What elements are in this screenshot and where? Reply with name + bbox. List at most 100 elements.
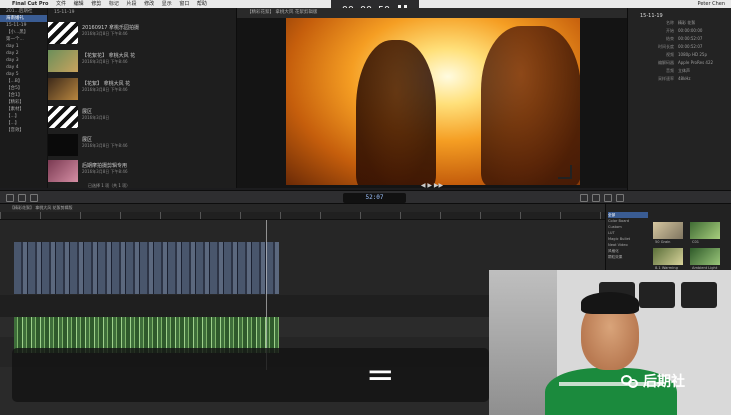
inspector-row: 名称 精彩 花絮 xyxy=(628,19,731,27)
clip-meta: 2016年3月8日 下午8:46 xyxy=(82,31,128,36)
watermark: 后期社 xyxy=(621,370,685,392)
menu-item-edit[interactable]: 编辑 xyxy=(74,1,84,7)
watermark-text: 后期社 xyxy=(643,374,685,390)
sidebar-item[interactable]: 【音效】 xyxy=(0,127,47,134)
effect-thumbnail[interactable] xyxy=(653,222,683,239)
sidebar-item[interactable]: 【合1】 xyxy=(0,92,47,99)
sidebar-item[interactable]: day 4 xyxy=(0,64,47,71)
clip-thumbnail xyxy=(48,160,78,182)
menu-item-file[interactable]: 文件 xyxy=(56,1,66,7)
inspector-row: 时间长度 00:00:52:07 xyxy=(628,43,731,51)
inspector-value: 立体声 xyxy=(678,68,690,73)
timecode-display[interactable]: 52:07 xyxy=(343,193,406,203)
inspector-key: 编解码器 xyxy=(658,60,674,65)
menu-user-name[interactable]: Peter Chen xyxy=(698,0,726,8)
sidebar-item[interactable]: 15-11-19 xyxy=(0,22,47,29)
sidebar-item[interactable]: 201...后期社 xyxy=(0,8,47,15)
effect-thumbnail[interactable] xyxy=(690,248,720,265)
silhouette-man xyxy=(481,26,580,185)
fullscreen-icon[interactable] xyxy=(558,165,572,179)
inspector-value: Apple ProRes 422 xyxy=(678,60,714,65)
viewer[interactable] xyxy=(237,18,627,188)
inspector-key: 音频 xyxy=(666,68,674,73)
inspector-rows: 名称 精彩 花絮 开始 00:00:00:00 结束 00:00:52:07 时间长度 00:… xyxy=(628,19,731,83)
clip-item[interactable]: 展区 2016年3月8日 下午8:46 xyxy=(48,132,237,160)
sidebar-item[interactable]: 【...B】 xyxy=(0,78,47,85)
inspector-value: 00:00:52:07 xyxy=(678,44,703,49)
clip-item[interactable]: 20160917 拿桃乐园拍摄 2016年3月8日 下午8:46 xyxy=(48,20,237,48)
equipment-case xyxy=(681,282,717,308)
sidebar-item[interactable]: 第一个... xyxy=(0,36,47,43)
menu-item-help[interactable]: 帮助 xyxy=(197,1,207,7)
effect-label: C01 xyxy=(692,240,700,244)
inspector: 15-11-19 名称 精彩 花絮 开始 00:00:00:00 结束 00:00:52:… xyxy=(627,8,731,190)
inspector-title: 15-11-19 xyxy=(640,13,663,19)
effect-label: 50 Grain xyxy=(655,240,671,244)
inspector-key: 开始 xyxy=(666,28,674,33)
timeline-toolbar: 52:07 xyxy=(0,190,731,204)
clapper-icon xyxy=(48,106,78,128)
effect-thumbnail[interactable] xyxy=(690,222,720,239)
effects-category[interactable]: 颗粒效果 xyxy=(608,254,648,260)
sidebar-item[interactable]: 海南婚礼 xyxy=(0,15,47,22)
sidebar-item[interactable]: day 1 xyxy=(0,43,47,50)
sidebar-item[interactable]: 【精彩】 xyxy=(0,99,47,106)
inspector-value: 00:00:52:07 xyxy=(678,36,703,41)
menu-item-trim[interactable]: 修剪 xyxy=(91,1,101,7)
clip-thumbnail xyxy=(48,134,78,156)
sidebar-item[interactable]: 【...】 xyxy=(0,120,47,127)
library-sidebar: 201...后期社 海南婚礼 15-11-19 【小...黑】 第一个... day 1d… xyxy=(0,8,48,188)
sidebar-item[interactable]: 【合5】 xyxy=(0,85,47,92)
clip-item[interactable]: 【花絮花】 拿桃大风 花 2016年3月8日 下午8:46 xyxy=(48,48,237,76)
clip-title: 后期摩拍摄剪辑专用 xyxy=(82,163,128,169)
tool-icon[interactable] xyxy=(604,194,612,202)
menu-item-clip[interactable]: 片段 xyxy=(126,1,136,7)
overlay-bar: = xyxy=(12,348,489,402)
inspector-key: 视频 xyxy=(666,52,674,57)
tool-icon[interactable] xyxy=(6,194,14,202)
menu-item-view[interactable]: 显示 xyxy=(162,1,172,7)
effect-thumbnail[interactable] xyxy=(653,248,683,265)
inspector-row: 视频 1080p HD 25p xyxy=(628,51,731,59)
viewer-title: 【精彩花絮】 拿桃大风 花絮剪辑版 xyxy=(237,8,627,18)
effects-browser: 全部 Color Board Custom LUT Magic Bullet Neat V… xyxy=(605,204,731,274)
inspector-row: 结束 00:00:52:07 xyxy=(628,35,731,43)
sidebar-item[interactable]: 【素材】 xyxy=(0,106,47,113)
clip-item[interactable]: 展区 2016年3月8日 xyxy=(48,104,237,132)
menu-item-mark[interactable]: 标记 xyxy=(109,1,119,7)
wechat-icon xyxy=(621,373,639,389)
tool-icon[interactable] xyxy=(580,194,588,202)
clip-meta: 2016年3月8日 xyxy=(82,115,110,120)
tool-icon[interactable] xyxy=(30,194,38,202)
tool-icon[interactable] xyxy=(592,194,600,202)
menu-item-window[interactable]: 窗口 xyxy=(179,1,189,7)
sidebar-item[interactable]: day 3 xyxy=(0,57,47,64)
tool-icon[interactable] xyxy=(616,194,624,202)
clip-item[interactable]: 后期摩拍摄剪辑专用 2016年3月8日 下午8:46 xyxy=(48,158,237,186)
menu-item-modify[interactable]: 修改 xyxy=(144,1,154,7)
clip-meta: 2016年3月8日 下午8:46 xyxy=(82,59,128,64)
tool-icon[interactable] xyxy=(18,194,26,202)
inspector-key: 名称 xyxy=(666,20,674,25)
inspector-key: 采样速率 xyxy=(658,76,674,81)
clip-title: 展区 xyxy=(82,109,93,115)
browser-header: 15-11-19 xyxy=(54,10,75,15)
sidebar-item[interactable]: 【小...黑】 xyxy=(0,29,47,36)
inspector-value: 00:00:00:00 xyxy=(678,28,703,33)
equipment-case xyxy=(639,282,675,308)
play-controls[interactable]: ◀ ▶ ▶▶ xyxy=(237,182,627,190)
sidebar-item[interactable]: day 5 xyxy=(0,71,47,78)
clip-item[interactable]: 【花絮】 拿桃大风 花 2016年3月8日 下午8:46 xyxy=(48,76,237,104)
menu-app-name[interactable]: Final Cut Pro xyxy=(12,1,48,7)
clip-meta: 2016年3月8日 下午8:46 xyxy=(82,143,128,148)
timeline-ruler[interactable] xyxy=(0,212,605,220)
clip-meta: 2016年3月8日 下午8:46 xyxy=(82,169,128,174)
sidebar-item[interactable]: 【...】 xyxy=(0,113,47,120)
clip-thumbnail xyxy=(48,78,78,100)
clip-title: 20160917 拿桃乐园拍摄 xyxy=(82,25,140,31)
video-clips[interactable] xyxy=(14,242,279,294)
inspector-value: 精彩 花絮 xyxy=(678,20,696,25)
clip-thumbnail xyxy=(48,50,78,72)
sidebar-item[interactable]: day 2 xyxy=(0,50,47,57)
clip-title: 展区 xyxy=(82,137,93,143)
